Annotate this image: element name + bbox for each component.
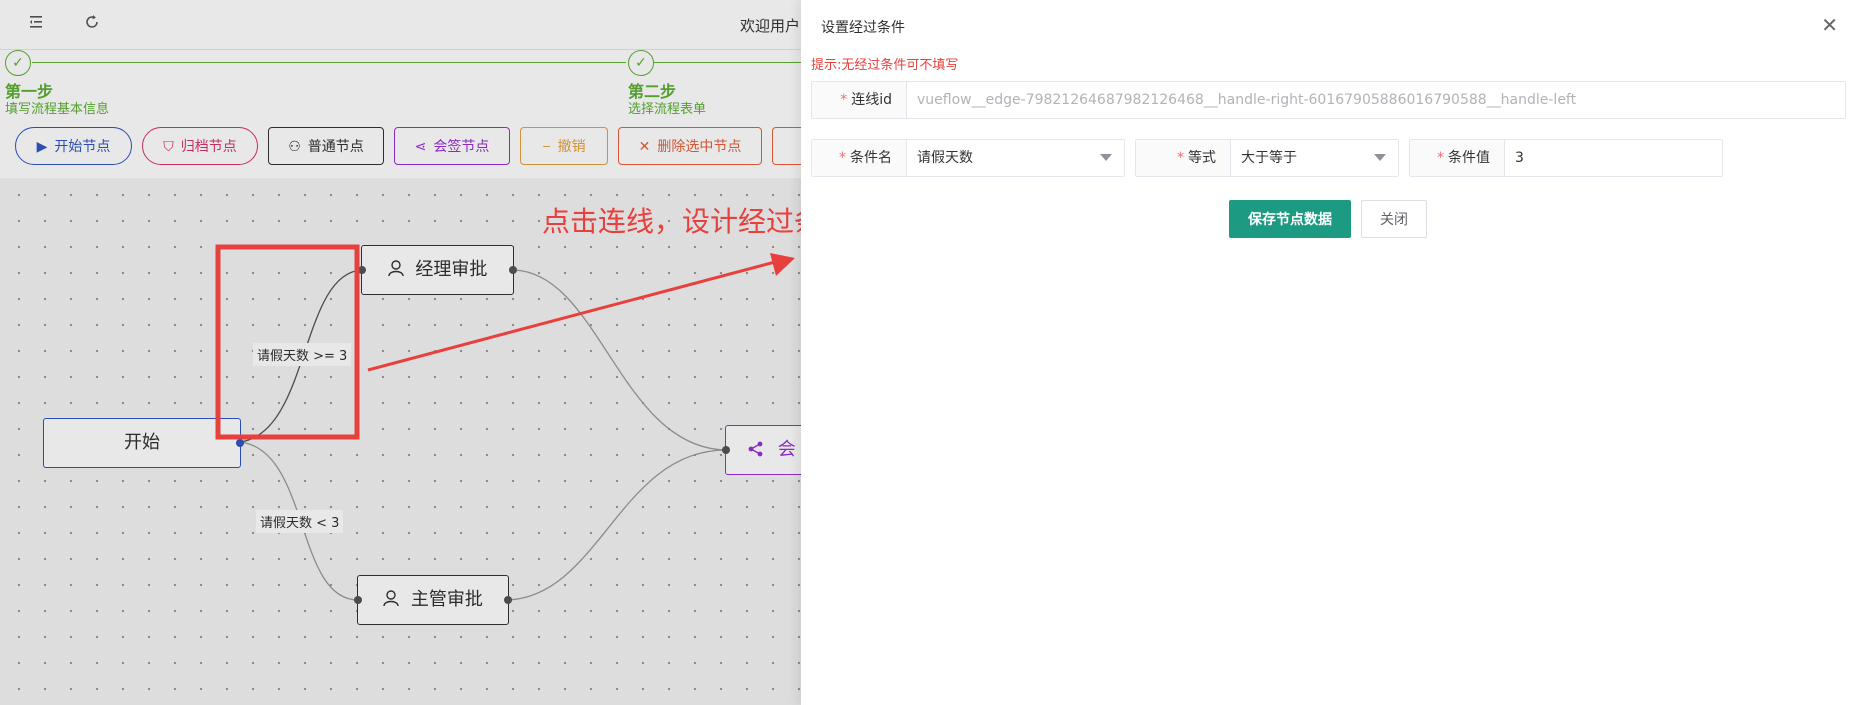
step-connector — [654, 62, 801, 63]
undo-button[interactable]: − 撤销 — [520, 127, 608, 165]
step-desc: 选择流程表单 — [628, 102, 707, 117]
user-icon — [383, 589, 405, 610]
node-handle[interactable] — [722, 446, 730, 454]
node-toolbar: ▶开始节点 ⛉归档节点 ⚇普通节点 ⋖会签节点 −撤销 ✕删除选中节点 ✕ — [0, 118, 801, 178]
app-root: 欢迎用户[ ✓ 第一步 填写流程基本信息 ✓ 第二步 选择流程表单 ▶ 开始节点 … — [0, 0, 1856, 705]
edge-supervisor-countersign[interactable] — [507, 449, 727, 601]
condition-drawer: 设置经过条件 ✕ 提示:无经过条件可不填写 * 连线id vueflow__edg… — [801, 0, 1856, 705]
node-handle[interactable] — [354, 596, 362, 604]
archive-node-button[interactable]: ⛉ 归档节点 — [142, 127, 258, 165]
drawer-hint: 提示:无经过条件可不填写 — [811, 58, 959, 73]
node-handle[interactable] — [504, 596, 512, 604]
clear-button[interactable]: ✕ — [772, 127, 801, 165]
share-icon — [748, 439, 770, 460]
user-icon — [387, 259, 410, 280]
flow-canvas[interactable]: 开始 经理审批 主管审批 会 请假天数 >= 3 请假天数 < 3 — [0, 178, 801, 705]
delete-selected-button[interactable]: ✕ 删除选中节点 — [618, 127, 762, 165]
edge-id-input[interactable]: vueflow__edge-7982126468798212646​8__han… — [907, 82, 1845, 118]
chevron-down-icon[interactable] — [1100, 154, 1112, 161]
countersign-node-button[interactable]: ⋖ 会签节点 — [394, 127, 510, 165]
flow-designer: 欢迎用户[ ✓ 第一步 填写流程基本信息 ✓ 第二步 选择流程表单 ▶ 开始节点 … — [0, 0, 801, 705]
drawer-title: 设置经过条件 — [821, 20, 905, 36]
share-icon: ⋖ — [414, 138, 427, 154]
step-check-icon: ✓ — [628, 50, 654, 76]
condition-name-select[interactable]: 请假天数 — [907, 140, 1124, 176]
operator-field: * 等式 大于等于 — [1135, 139, 1399, 177]
minus-icon: − — [542, 138, 551, 154]
user-icon: ⚇ — [288, 138, 301, 154]
step-desc: 填写流程基本信息 — [5, 102, 110, 117]
operator-select[interactable]: 大于等于 — [1231, 140, 1398, 176]
edge-id-field: * 连线id vueflow__edge-7982126468798212646​… — [811, 81, 1846, 119]
welcome-text: 欢迎用户[ — [740, 17, 801, 35]
edge-manager-countersign[interactable] — [513, 269, 727, 451]
countersign-node[interactable]: 会 — [722, 425, 801, 475]
save-button[interactable]: 保存节点数据 — [1229, 200, 1351, 238]
collapse-menu-icon[interactable] — [30, 14, 46, 33]
edge-label[interactable]: 请假天数 < 3 — [256, 510, 344, 533]
manager-approval-node[interactable]: 经理审批 — [358, 245, 517, 295]
play-circle-icon: ▶ — [36, 138, 48, 154]
top-bar: 欢迎用户[ — [0, 0, 801, 50]
node-handle[interactable] — [509, 266, 517, 274]
condition-value-input[interactable]: 3 — [1505, 140, 1722, 176]
condition-value-field: * 条件值 3 — [1409, 139, 1723, 177]
close-button[interactable]: 关闭 — [1361, 200, 1427, 238]
shield-check-icon: ⛉ — [163, 138, 174, 154]
node-handle[interactable] — [358, 266, 366, 274]
close-icon[interactable]: ✕ — [1821, 13, 1838, 37]
chevron-down-icon[interactable] — [1374, 154, 1386, 161]
edge-label[interactable]: 请假天数 >= 3 — [253, 343, 352, 366]
normal-node-button[interactable]: ⚇ 普通节点 — [268, 127, 384, 165]
step-check-icon: ✓ — [5, 50, 31, 76]
refresh-icon[interactable] — [84, 14, 100, 34]
start-node[interactable]: 开始 — [43, 418, 244, 468]
condition-name-field: * 条件名 请假天数 — [811, 139, 1125, 177]
start-node-button[interactable]: ▶ 开始节点 — [15, 127, 132, 165]
supervisor-approval-node[interactable]: 主管审批 — [354, 575, 512, 625]
step-connector — [32, 62, 626, 63]
close-icon: ✕ — [638, 138, 651, 154]
node-handle[interactable] — [236, 439, 244, 447]
